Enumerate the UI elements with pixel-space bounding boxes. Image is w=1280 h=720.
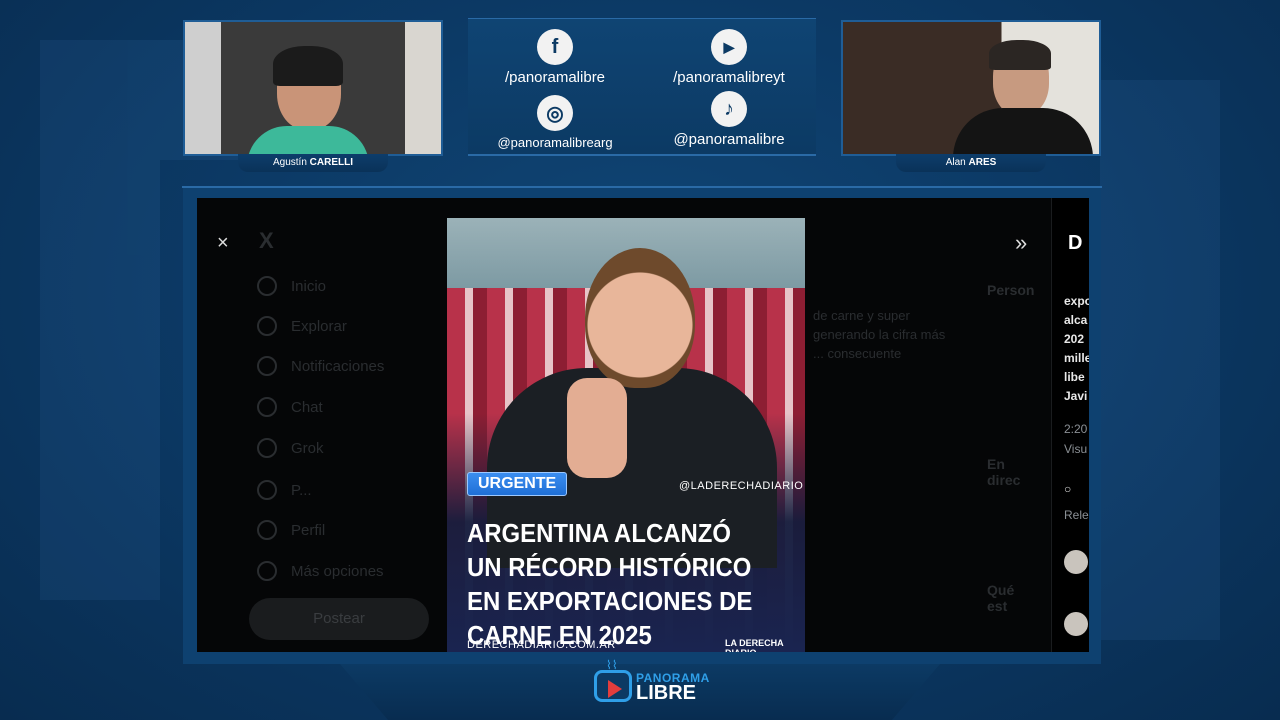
socials-panel: f /panoramalibre ▶ /panoramalibreyt ◎ @p… <box>468 18 816 156</box>
camera-feed-left <box>183 20 443 156</box>
nav-grok[interactable]: Grok <box>257 438 324 458</box>
tweet-detail-panel: D expo alca 202 mille libe Javi 2:20 Vis… <box>1051 198 1089 652</box>
source-handle: @LADERECHADIARIO <box>679 480 804 492</box>
source-url: DERECHADIARIO.COM.AR <box>467 639 616 651</box>
x-logo[interactable]: X <box>259 228 274 254</box>
social-instagram: ◎ @panoramalibrearg <box>468 95 642 150</box>
background-tweet-text: de carne y super generando la cifra más … <box>813 308 946 361</box>
account-avatar[interactable]: D <box>1068 232 1082 255</box>
youtube-icon: ▶ <box>711 29 747 65</box>
social-facebook: f /panoramalibre <box>468 29 642 86</box>
social-tiktok: ♪ @panoramalibre <box>642 91 816 148</box>
urgent-badge: URGENTE <box>467 472 568 496</box>
shared-screen: X Inicio Explorar Notificaciones Chat Gr… <box>197 198 1089 652</box>
nav-notifications[interactable]: Notificaciones <box>257 356 384 376</box>
panorama-libre-logo: ⌇⌇ PANORAMA LIBRE <box>594 658 709 708</box>
tv-icon <box>594 670 632 702</box>
avatar[interactable] <box>1064 550 1088 574</box>
x-sidebar: X Inicio Explorar Notificaciones Chat Gr… <box>197 198 447 652</box>
nav-more[interactable]: Más opciones <box>257 561 384 581</box>
search-icon <box>257 316 277 336</box>
host-name-right: Alan ARES <box>841 154 1101 172</box>
post-button[interactable]: Postear <box>249 598 429 640</box>
home-icon <box>257 276 277 296</box>
person-head <box>585 248 695 388</box>
post-image: URGENTE @LADERECHADIARIO ARGENTINA ALCAN… <box>447 218 805 652</box>
profile-icon <box>257 520 277 540</box>
x-icon <box>257 480 277 500</box>
nav-explore[interactable]: Explorar <box>257 316 347 336</box>
avatar[interactable] <box>1064 612 1088 636</box>
thumbs-up <box>567 378 627 478</box>
camera-feed-right <box>841 20 1101 156</box>
bell-icon <box>257 356 277 376</box>
chat-icon <box>257 397 277 417</box>
play-icon <box>608 680 622 698</box>
close-icon[interactable]: × <box>217 232 229 255</box>
source-brand: LA DERECHA DIARIO <box>725 638 784 652</box>
grok-icon <box>257 438 277 458</box>
nav-profile[interactable]: Perfil <box>257 520 325 540</box>
nav-premium[interactable]: P... <box>257 480 312 500</box>
nav-chat[interactable]: Chat <box>257 397 323 417</box>
post-headline: ARGENTINA ALCANZÓ UN RÉCORD HISTÓRICO EN… <box>467 518 753 650</box>
nav-home[interactable]: Inicio <box>257 276 326 296</box>
reply-icon[interactable]: ○ <box>1064 482 1071 496</box>
chevron-right-icon[interactable]: » <box>1015 230 1027 256</box>
more-icon <box>257 561 277 581</box>
host-name-left: Agustín CARELLI <box>183 154 443 172</box>
tiktok-icon: ♪ <box>711 91 747 127</box>
facebook-icon: f <box>537 29 573 65</box>
social-youtube: ▶ /panoramalibreyt <box>642 29 816 86</box>
instagram-icon: ◎ <box>537 95 573 131</box>
